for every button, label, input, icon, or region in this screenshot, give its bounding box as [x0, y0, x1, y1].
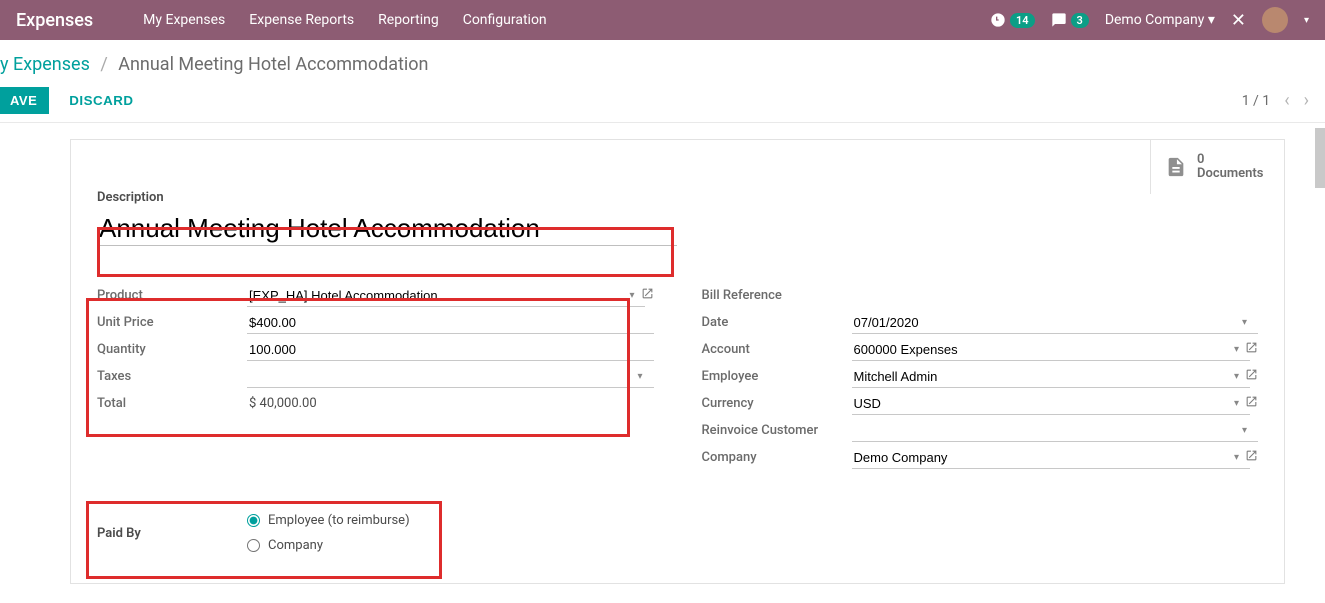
paid-by-label: Paid By — [97, 526, 247, 541]
paid-by-employee-radio[interactable] — [247, 514, 260, 527]
nav-configuration[interactable]: Configuration — [463, 12, 547, 28]
nav-reporting[interactable]: Reporting — [378, 12, 439, 28]
product-input[interactable] — [247, 285, 645, 307]
company-label: Company — [702, 450, 852, 465]
external-link-icon[interactable] — [1245, 395, 1258, 412]
account-label: Account — [702, 342, 852, 357]
save-button[interactable]: AVE — [0, 87, 49, 114]
breadcrumb-current: Annual Meeting Hotel Accommodation — [118, 54, 428, 75]
employee-input[interactable] — [852, 366, 1250, 388]
date-label: Date — [702, 315, 852, 330]
documents-box[interactable]: 0 Documents — [1150, 140, 1284, 194]
app-name: Expenses — [16, 10, 93, 31]
taxes-label: Taxes — [97, 369, 247, 384]
form-col-left: Product ▾ Unit Price Quantity Taxes — [97, 282, 654, 471]
external-link-icon[interactable] — [1245, 368, 1258, 385]
breadcrumb: y Expenses / Annual Meeting Hotel Accomm… — [0, 40, 1325, 79]
paid-by-company-text: Company — [268, 538, 323, 553]
topbar-right: 14 3 Demo Company ▾ ✕ ▾ — [990, 7, 1309, 33]
description-input[interactable] — [97, 211, 677, 246]
unit-price-input[interactable] — [247, 312, 654, 334]
product-label: Product — [97, 288, 247, 303]
external-link-icon[interactable] — [1245, 449, 1258, 466]
account-input[interactable] — [852, 339, 1250, 361]
clock-count: 14 — [1010, 13, 1035, 28]
chat-count: 3 — [1071, 13, 1089, 28]
document-icon — [1165, 154, 1187, 180]
chat-icon — [1051, 12, 1067, 28]
discard-button[interactable]: DISCARD — [69, 93, 133, 108]
paid-by-employee-text: Employee (to reimburse) — [268, 513, 410, 528]
total-label: Total — [97, 396, 247, 411]
external-link-icon[interactable] — [1245, 341, 1258, 358]
clock-badge[interactable]: 14 — [990, 12, 1035, 28]
bill-ref-label: Bill Reference — [702, 288, 852, 303]
quantity-input[interactable] — [247, 339, 654, 361]
paid-by-company-radio[interactable] — [247, 539, 260, 552]
chat-badge[interactable]: 3 — [1051, 12, 1089, 28]
date-input[interactable] — [852, 312, 1259, 334]
breadcrumb-sep: / — [100, 54, 107, 75]
total-value: $ 40,000.00 — [247, 393, 319, 414]
form-sheet: 0 Documents Description Product ▾ Unit P… — [70, 139, 1285, 584]
company-input[interactable] — [852, 447, 1250, 469]
pager: 1 / 1 ‹ › — [1242, 90, 1309, 111]
employee-label: Employee — [702, 369, 852, 384]
nav-my-expenses[interactable]: My Expenses — [143, 12, 225, 28]
topbar: Expenses My Expenses Expense Reports Rep… — [0, 0, 1325, 40]
close-icon[interactable]: ✕ — [1231, 10, 1246, 31]
pager-prev-icon[interactable]: ‹ — [1284, 90, 1289, 111]
currency-label: Currency — [702, 396, 852, 411]
quantity-label: Quantity — [97, 342, 247, 357]
company-switcher[interactable]: Demo Company ▾ — [1105, 12, 1215, 28]
pager-text: 1 / 1 — [1242, 93, 1270, 109]
external-link-icon[interactable] — [641, 287, 654, 304]
paid-by-employee[interactable]: Employee (to reimburse) — [247, 513, 410, 528]
reinvoice-label: Reinvoice Customer — [702, 423, 852, 438]
clock-icon — [990, 12, 1006, 28]
documents-count: 0 — [1197, 153, 1263, 167]
documents-label: Documents — [1197, 167, 1263, 181]
taxes-input[interactable] — [247, 366, 654, 388]
paid-by-company[interactable]: Company — [247, 538, 410, 553]
unit-price-label: Unit Price — [97, 315, 247, 330]
avatar[interactable] — [1262, 7, 1288, 33]
nav-expense-reports[interactable]: Expense Reports — [249, 12, 354, 28]
description-label: Description — [97, 190, 1258, 205]
currency-input[interactable] — [852, 393, 1250, 415]
form-col-right: Bill Reference Date ▾ Account ▾ Empl — [702, 282, 1259, 471]
nav: My Expenses Expense Reports Reporting Co… — [143, 12, 990, 28]
action-bar: AVE DISCARD 1 / 1 ‹ › — [0, 87, 1325, 123]
paid-by-row: Paid By Employee (to reimburse) Company — [97, 513, 1258, 553]
reinvoice-input[interactable] — [852, 420, 1259, 442]
breadcrumb-link[interactable]: y Expenses — [0, 54, 90, 75]
user-caret-icon[interactable]: ▾ — [1304, 15, 1309, 26]
pager-next-icon[interactable]: › — [1304, 90, 1309, 111]
scrollbar-thumb[interactable] — [1315, 128, 1325, 188]
